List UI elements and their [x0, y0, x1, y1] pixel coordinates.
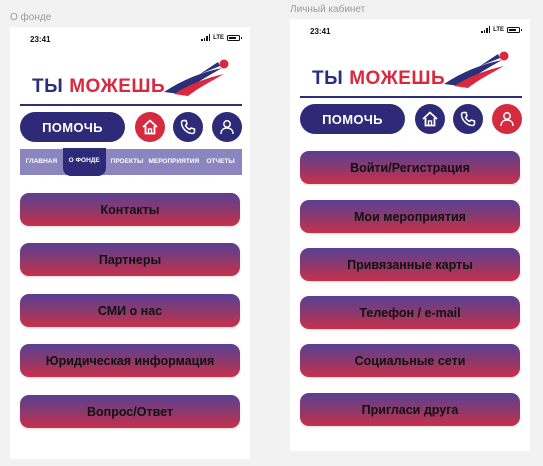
home-button[interactable]: [415, 104, 445, 134]
logo-underline: [20, 104, 242, 106]
profile-button[interactable]: [492, 104, 522, 134]
phone-about: 23:41 LTE ТЫ МОЖЕШЬ ПОМОЧЬ ГЛАВНАЯ О ФОН…: [10, 27, 250, 459]
network-label: LTE: [213, 34, 224, 41]
tab-events[interactable]: МЕРОПРИЯТИЯ: [148, 149, 199, 175]
tab-about[interactable]: О ФОНДЕ: [62, 148, 106, 176]
runner-logo-icon: [164, 59, 229, 96]
status-right: LTE: [481, 26, 522, 33]
tab-reports[interactable]: ОТЧЕТЫ: [199, 149, 242, 175]
logo-underline: [300, 96, 522, 98]
nav-tabs: ГЛАВНАЯ О ФОНДЕ ПРОЕКТЫ МЕРОПРИЯТИЯ ОТЧЕ…: [20, 148, 242, 176]
phone-cabinet: 23:41 LTE ТЫ МОЖЕШЬ ПОМОЧЬ Войти/Регистр…: [290, 19, 530, 451]
social-networks-button[interactable]: Социальные сети: [300, 344, 520, 377]
home-button[interactable]: [135, 112, 165, 142]
logo-word-mozhesh: МОЖЕШЬ: [349, 68, 446, 89]
brand-logo: ТЫ МОЖЕШЬ: [312, 68, 445, 90]
home-icon: [142, 119, 158, 135]
invite-friend-button[interactable]: Пригласи друга: [300, 393, 520, 426]
frame-label-about: О фонде: [10, 12, 52, 23]
phone-email-button[interactable]: Телефон / e-mail: [300, 296, 520, 329]
status-right: LTE: [201, 34, 242, 41]
battery-icon: [227, 34, 242, 41]
contacts-button[interactable]: Контакты: [20, 193, 240, 226]
status-bar: 23:41 LTE: [290, 19, 530, 43]
network-label: LTE: [493, 26, 504, 33]
login-button[interactable]: Войти/Регистрация: [300, 151, 520, 184]
faq-button[interactable]: Вопрос/Ответ: [20, 395, 240, 428]
phone-icon: [180, 119, 196, 135]
phone-button[interactable]: [453, 104, 483, 134]
phone-icon: [460, 111, 476, 127]
logo-word-ty: ТЫ: [32, 76, 64, 97]
tab-main[interactable]: ГЛАВНАЯ: [20, 149, 63, 175]
tab-projects[interactable]: ПРОЕКТЫ: [106, 149, 149, 175]
status-time: 23:41: [310, 27, 331, 36]
signal-icon: [201, 34, 211, 41]
logo-word-ty: ТЫ: [312, 68, 344, 89]
runner-logo-icon: [444, 51, 509, 88]
profile-button[interactable]: [212, 112, 242, 142]
phone-button[interactable]: [173, 112, 203, 142]
battery-icon: [507, 26, 522, 33]
legal-info-button[interactable]: Юридическая информация: [20, 344, 240, 377]
user-icon: [220, 120, 234, 135]
linked-cards-button[interactable]: Привязанные карты: [300, 248, 520, 281]
partners-button[interactable]: Партнеры: [20, 243, 240, 276]
my-events-button[interactable]: Мои мероприятия: [300, 200, 520, 233]
help-button[interactable]: ПОМОЧЬ: [20, 112, 125, 142]
frame-label-cabinet: Личный кабинет: [290, 4, 366, 15]
help-button[interactable]: ПОМОЧЬ: [300, 104, 405, 134]
signal-icon: [481, 26, 491, 33]
status-time: 23:41: [30, 35, 51, 44]
status-bar: 23:41 LTE: [10, 27, 250, 51]
home-icon: [422, 111, 438, 127]
logo-word-mozhesh: МОЖЕШЬ: [69, 76, 166, 97]
brand-logo: ТЫ МОЖЕШЬ: [32, 76, 165, 98]
user-icon: [500, 112, 514, 127]
media-button[interactable]: СМИ о нас: [20, 294, 240, 327]
